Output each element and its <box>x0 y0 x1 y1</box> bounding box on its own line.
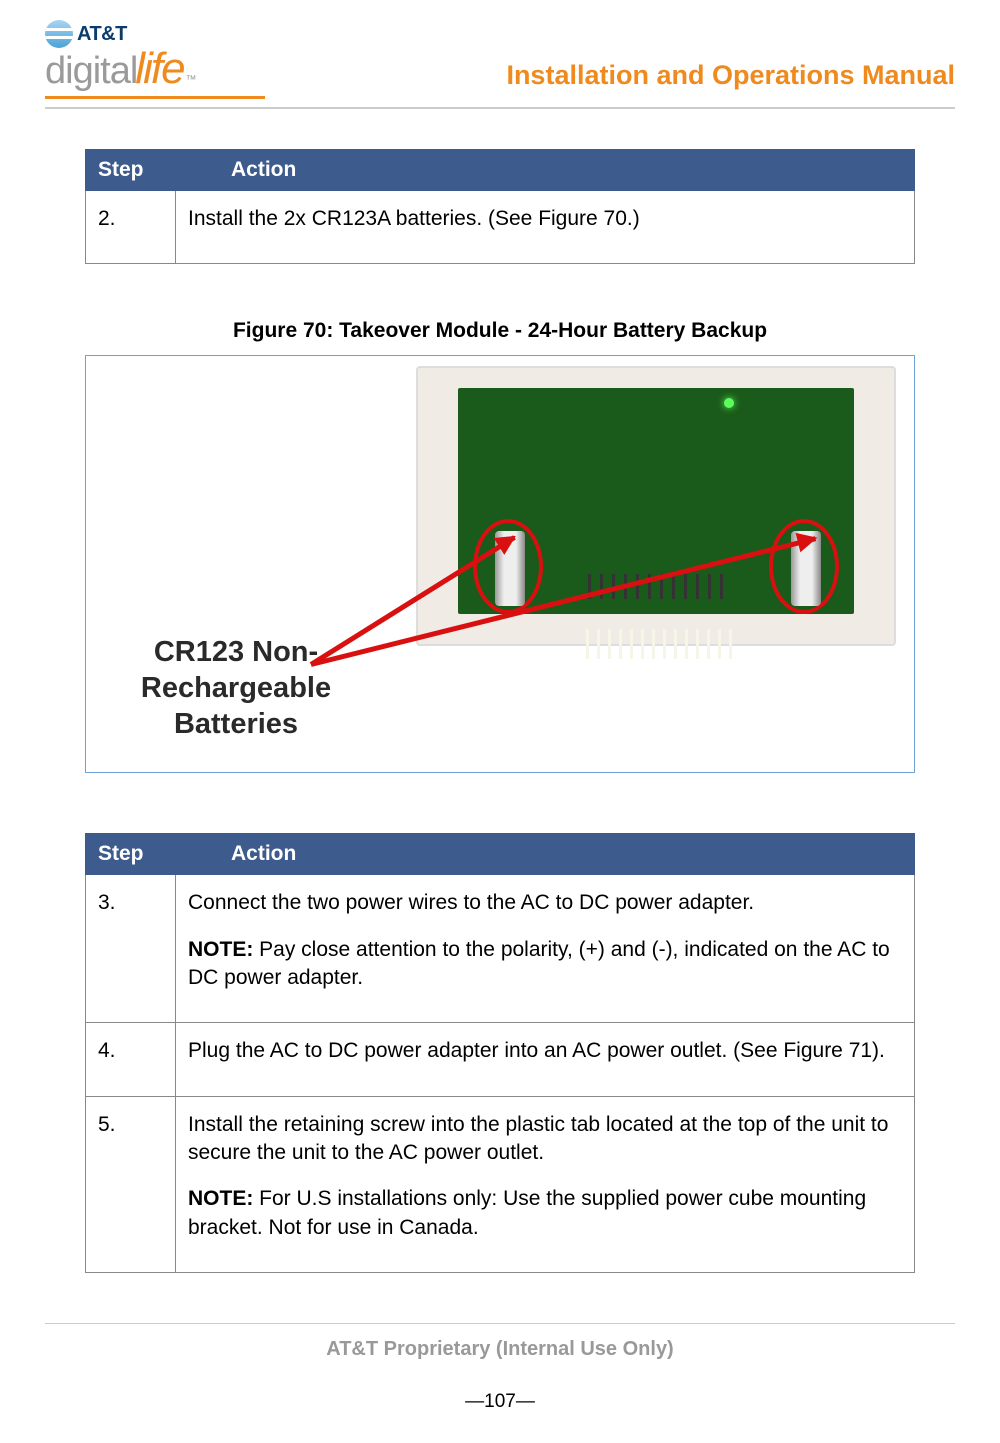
step-table-2: Step Action 3. Connect the two power wir… <box>85 833 915 1273</box>
brand-att-text: AT&T <box>77 23 127 46</box>
table-row: 3. Connect the two power wires to the AC… <box>86 875 915 1023</box>
page-footer: AT&T Proprietary (Internal Use Only) ―10… <box>45 1323 955 1413</box>
step-action: Install the 2x CR123A batteries. (See Fi… <box>176 191 915 264</box>
brand-logo: AT&T digital life ™ <box>45 20 265 99</box>
led-indicator-icon <box>724 398 734 408</box>
step-action: Plug the AC to DC power adapter into an … <box>176 1023 915 1096</box>
page-content: Step Action 2. Install the 2x CR123A bat… <box>45 149 955 1273</box>
figure-caption: Figure 70: Takeover Module - 24-Hour Bat… <box>85 319 915 343</box>
table-row: 2. Install the 2x CR123A batteries. (See… <box>86 191 915 264</box>
brand-digital: digital <box>45 50 137 93</box>
table-header-step: Step <box>86 834 176 875</box>
figure-label: CR123 Non- Rechargeable Batteries <box>126 634 346 743</box>
step-table-1: Step Action 2. Install the 2x CR123A bat… <box>85 149 915 264</box>
page-header: AT&T digital life ™ Installation and Ope… <box>45 20 955 109</box>
note-label: NOTE: <box>188 938 253 961</box>
step-number: 2. <box>86 191 176 264</box>
figure-70: CR123 Non- Rechargeable Batteries <box>85 355 915 773</box>
brand-life: life <box>135 44 183 94</box>
step-action: Connect the two power wires to the AC to… <box>176 875 915 1023</box>
page-number: ―107― <box>45 1391 955 1413</box>
device-photo <box>416 366 896 646</box>
step-number: 3. <box>86 875 176 1023</box>
table-header-action: Action <box>176 834 915 875</box>
step-number: 5. <box>86 1096 176 1272</box>
step-action: Install the retaining screw into the pla… <box>176 1096 915 1272</box>
table-row: 5. Install the retaining screw into the … <box>86 1096 915 1272</box>
step-number: 4. <box>86 1023 176 1096</box>
brand-tm: ™ <box>186 74 197 86</box>
table-header-step: Step <box>86 150 176 191</box>
note-label: NOTE: <box>188 1187 253 1210</box>
table-header-action: Action <box>176 150 915 191</box>
table-row: 4. Plug the AC to DC power adapter into … <box>86 1023 915 1096</box>
manual-title: Installation and Operations Manual <box>506 60 955 99</box>
att-globe-icon <box>45 20 73 48</box>
footer-proprietary: AT&T Proprietary (Internal Use Only) <box>45 1338 955 1361</box>
